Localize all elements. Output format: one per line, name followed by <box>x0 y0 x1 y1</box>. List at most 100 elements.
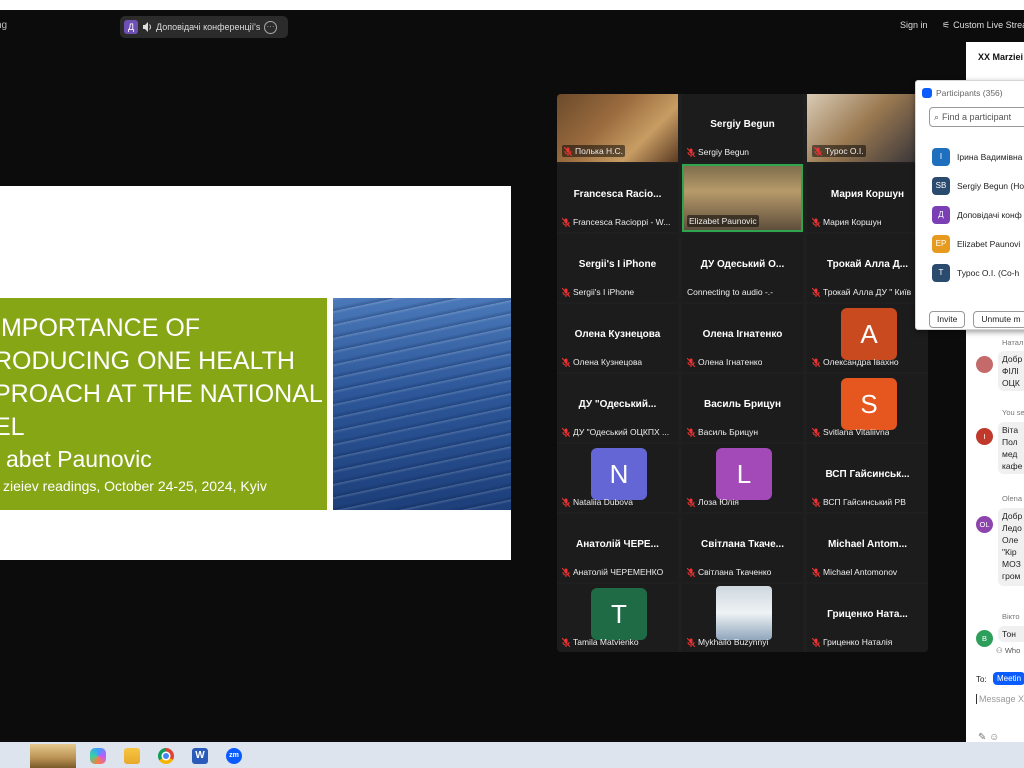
zoom-meeting-window: ng Д Доповідачі конференції's s ··· Sign… <box>0 10 1024 742</box>
tile-label: ВСП Гайсинський РВ <box>812 497 906 507</box>
slide-title-panel: IMPORTANCE OF RODUCING ONE HEALTH PROACH… <box>0 298 327 510</box>
video-tile[interactable]: Sergiy Begun Sergiy Begun <box>682 94 803 162</box>
custom-live-stream-link[interactable]: ⚟Custom Live Stream <box>942 20 1024 31</box>
chrome-icon[interactable] <box>158 748 174 764</box>
video-tile[interactable]: Олена Ігнатенко Олена Ігнатенко <box>682 304 803 372</box>
video-tile[interactable]: ДУ "Одеський... ДУ "Одеський ОЦКПХ ... <box>557 374 678 442</box>
chat-message: Тон <box>998 626 1024 642</box>
tile-display-name: Анатолій ЧЕРЕ... <box>576 539 659 550</box>
chat-avatar: B <box>976 630 993 647</box>
tile-display-name: Олена Кузнецова <box>574 329 661 340</box>
zoom-icon[interactable]: zm <box>226 748 242 764</box>
video-tile[interactable]: Турос О.І. <box>807 94 928 162</box>
initial-avatar: L <box>716 448 772 500</box>
chat-avatar: OL <box>976 516 993 533</box>
tile-label: Олена Ігнатенко <box>687 357 762 367</box>
chat-message: Віта Пол мед кафе <box>998 422 1024 474</box>
video-tile[interactable]: Анатолій ЧЕРЕ... Анатолій ЧЕРЕМЕНКО <box>557 514 678 582</box>
video-tile[interactable]: ВСП Гайсинськ... ВСП Гайсинський РВ <box>807 444 928 512</box>
profile-picture <box>716 586 772 640</box>
speaker-name: Доповідачі конференції's s <box>156 22 260 32</box>
speaker-avatar: Д <box>124 20 138 34</box>
muted-mic-icon <box>687 567 695 577</box>
video-tile[interactable]: Mykhailo Buzynnyi <box>682 584 803 652</box>
app-name: ng <box>0 20 8 31</box>
chat-recipient-dropdown[interactable]: Meetin <box>993 672 1024 685</box>
more-options-icon[interactable]: ··· <box>264 20 277 34</box>
initial-avatar: A <box>841 308 897 360</box>
tile-display-name: Гриценко Ната... <box>827 609 908 620</box>
tile-label: Mykhailo Buzynnyi <box>687 637 768 647</box>
tile-display-name: Michael Antom... <box>827 539 908 550</box>
video-tile[interactable]: Мария Коршун Мария Коршун <box>807 164 928 232</box>
tile-display-name: ДУ Одеський О... <box>700 259 785 270</box>
tile-label: Гриценко Наталія <box>812 637 892 647</box>
video-tile[interactable]: Гриценко Ната... Гриценко Наталія <box>807 584 928 652</box>
copilot-icon[interactable] <box>90 748 106 764</box>
tile-display-name: Sergiy Begun <box>710 119 775 130</box>
muted-mic-icon <box>687 427 695 437</box>
chat-avatar: I <box>976 428 993 445</box>
participant-avatar: I <box>932 148 950 166</box>
tile-label: Connecting to audio -.- <box>687 287 773 297</box>
participant-row[interactable]: T Турос О.І. (Co-h <box>932 263 1019 283</box>
emoji-icon[interactable]: ☺ <box>989 732 999 742</box>
initial-avatar: T <box>591 588 647 640</box>
video-tile[interactable]: Василь Брицун Василь Брицун <box>682 374 803 442</box>
video-tile[interactable]: Sergii's I iPhone Sergii's I iPhone <box>557 234 678 302</box>
who-can-see-label[interactable]: ⚇ Who <box>996 646 1020 655</box>
video-tile[interactable]: T Tamila Matvienko <box>557 584 678 652</box>
participant-search-input[interactable]: ⌕ Find a participant <box>929 107 1024 127</box>
chat-sender: You se <box>1002 408 1024 417</box>
participants-header: Participants (356) <box>922 88 1003 98</box>
wallpaper-thumbnail-icon[interactable] <box>30 744 76 768</box>
video-tile[interactable]: Олена Кузнецова Олена Кузнецова <box>557 304 678 372</box>
tile-label: Nataliia Dubova <box>562 497 633 507</box>
tile-label: Олена Кузнецова <box>562 357 642 367</box>
initial-avatar: S <box>841 378 897 430</box>
muted-mic-icon <box>687 147 695 157</box>
video-tile[interactable]: Полька Н.С. <box>557 94 678 162</box>
muted-mic-icon <box>812 497 820 507</box>
word-icon[interactable]: W <box>192 748 208 764</box>
sign-in-link[interactable]: Sign in <box>900 20 928 30</box>
participant-row[interactable]: EP Elizabet Paunovi <box>932 234 1020 254</box>
windows-taskbar: W zm <box>0 742 1024 768</box>
participant-avatar: EP <box>932 235 950 253</box>
muted-mic-icon <box>812 357 820 367</box>
tile-label: Турос О.І. <box>812 145 866 157</box>
tile-label: ДУ "Одеський ОЦКПХ ... <box>562 427 669 437</box>
shared-screen-slide: IMPORTANCE OF RODUCING ONE HEALTH PROACH… <box>0 186 511 560</box>
muted-mic-icon <box>812 217 820 227</box>
muted-mic-icon <box>562 357 570 367</box>
video-tile[interactable]: Michael Antom... Michael Antomonov <box>807 514 928 582</box>
chat-title: XX Marziei <box>978 52 1024 62</box>
video-tile[interactable]: S Svitlana Vitaliivna <box>807 374 928 442</box>
participant-avatar: Д <box>932 206 950 224</box>
video-tile[interactable]: A Олександра Івахно <box>807 304 928 372</box>
muted-mic-icon <box>564 146 572 156</box>
file-explorer-icon[interactable] <box>124 748 140 764</box>
format-icon[interactable]: ✎ <box>978 732 986 742</box>
people-icon: ⚇ <box>996 646 1005 655</box>
unmute-me-button[interactable]: Unmute m <box>973 311 1024 328</box>
water-image <box>333 298 511 510</box>
video-tile[interactable]: N Nataliia Dubova <box>557 444 678 512</box>
muted-mic-icon <box>812 427 820 437</box>
invite-button[interactable]: Invite <box>929 311 966 328</box>
video-tile[interactable]: Трокай Алла Д... Трокай Алла ДУ " Київ <box>807 234 928 302</box>
tile-label: Sergiy Begun <box>687 147 749 157</box>
participant-row[interactable]: I Ірина Вадимівна <box>932 147 1022 167</box>
video-tile[interactable]: Francesca Racio... Francesca Racioppi - … <box>557 164 678 232</box>
video-tile[interactable]: Світлана Ткаче... Світлана Ткаченко <box>682 514 803 582</box>
active-speaker-indicator[interactable]: Д Доповідачі конференції's s ··· <box>120 16 288 38</box>
video-tile[interactable]: L Лоза Юлія <box>682 444 803 512</box>
tile-label: Анатолій ЧЕРЕМЕНКО <box>562 567 663 577</box>
participant-avatar: SB <box>932 177 950 195</box>
chat-sender: Вікто <box>1002 612 1020 621</box>
chat-message-input[interactable]: Message X <box>976 694 1024 704</box>
video-tile[interactable]: ДУ Одеський О... Connecting to audio -.- <box>682 234 803 302</box>
participant-row[interactable]: Д Доповідачі конф <box>932 205 1022 225</box>
participant-row[interactable]: SB Sergiy Begun (Ho <box>932 176 1024 196</box>
active-speaker-video-tile[interactable]: Elizabet Paunovic <box>682 164 803 232</box>
